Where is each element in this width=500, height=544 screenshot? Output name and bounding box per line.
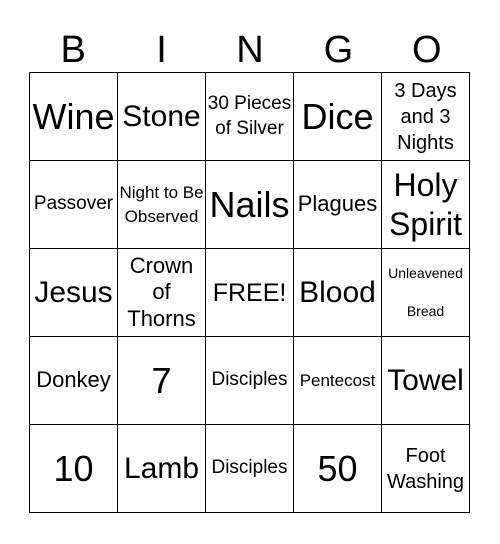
bingo-cell: Night to Be Observed xyxy=(117,160,206,249)
bingo-cell: Plagues xyxy=(293,160,382,249)
bingo-cell: Unleavened Bread xyxy=(381,248,470,337)
bingo-cell: Holy Spirit xyxy=(381,160,470,249)
bingo-cell: Crown of Thorns xyxy=(117,248,206,337)
bingo-cell: Donkey xyxy=(29,336,118,425)
bingo-cell: Jesus xyxy=(29,248,118,337)
header-letter: O xyxy=(411,29,442,71)
bingo-cell: 10 xyxy=(29,424,118,513)
bingo-cell: 50 xyxy=(293,424,382,513)
bingo-cell: Lamb xyxy=(117,424,206,513)
bingo-cell: Towel xyxy=(381,336,470,425)
header-letter: N xyxy=(236,29,264,71)
grid-row: Passover Night to Be Observed Nails Plag… xyxy=(29,160,470,249)
grid-row: Jesus Crown of Thorns FREE! Blood Unleav… xyxy=(29,248,470,337)
bingo-grid: Wine Stone 30 Pieces of Silver Dice 3 Da… xyxy=(29,72,470,513)
header-letter: B xyxy=(60,29,86,71)
header-letter: G xyxy=(323,29,354,71)
bingo-cell: Blood xyxy=(293,248,382,337)
bingo-cell: Stone xyxy=(117,72,206,161)
bingo-cell: 7 xyxy=(117,336,206,425)
grid-row: Wine Stone 30 Pieces of Silver Dice 3 Da… xyxy=(29,72,470,161)
bingo-cell: Dice xyxy=(293,72,382,161)
header-letter: I xyxy=(156,29,167,71)
bingo-cell: Wine xyxy=(29,72,118,161)
bingo-header: B I N G O xyxy=(29,28,471,72)
bingo-cell: Passover xyxy=(29,160,118,249)
bingo-cell: Disciples xyxy=(205,336,294,425)
bingo-cell: 30 Pieces of Silver xyxy=(205,72,294,161)
bingo-cell: Nails xyxy=(205,160,294,249)
bingo-cell: FREE! xyxy=(205,248,294,337)
bingo-cell: Disciples xyxy=(205,424,294,513)
grid-row: Donkey 7 Disciples Pentecost Towel xyxy=(29,336,470,425)
grid-row: 10 Lamb Disciples 50 Foot Washing xyxy=(29,424,470,513)
bingo-cell: Foot Washing xyxy=(381,424,470,513)
bingo-cell: 3 Days and 3 Nights xyxy=(381,72,470,161)
bingo-cell: Pentecost xyxy=(293,336,382,425)
